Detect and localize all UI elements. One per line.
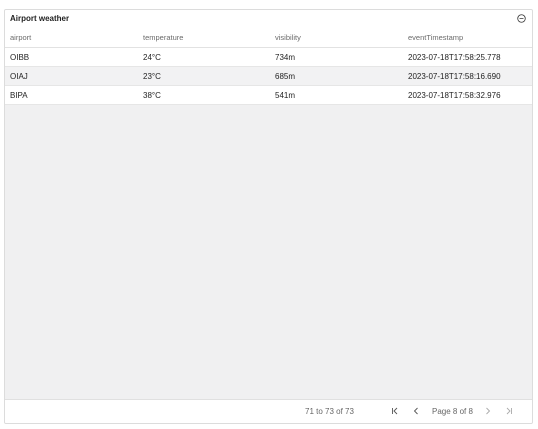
pagination-range-text: 71 to 73 of 73 (305, 407, 354, 416)
cell-airport: BIPA (10, 90, 28, 100)
table-row[interactable]: BIPA 38°C 541m 2023-07-18T17:58:32.976 (5, 86, 532, 105)
cell-visibility: 734m (275, 52, 296, 62)
column-header-event-timestamp[interactable]: eventTimestamp (408, 27, 463, 47)
cell-visibility: 685m (275, 71, 296, 81)
cell-event-timestamp: 2023-07-18T17:58:32.976 (408, 90, 501, 100)
cell-visibility: 541m (275, 90, 296, 100)
table-row[interactable]: OIBB 24°C 734m 2023-07-18T17:58:25.778 (5, 48, 532, 67)
column-header-airport[interactable]: airport (10, 27, 31, 47)
table-header-row: airport temperature visibility eventTime… (5, 27, 532, 48)
airport-weather-panel: Airport weather airport temperature visi… (4, 9, 533, 424)
panel-title: Airport weather (10, 14, 70, 23)
cell-temperature: 23°C (143, 71, 161, 81)
cell-airport: OIAJ (10, 71, 28, 81)
last-page-icon[interactable] (504, 406, 514, 416)
column-header-visibility[interactable]: visibility (275, 27, 301, 47)
cell-temperature: 24°C (143, 52, 161, 62)
first-page-icon[interactable] (390, 406, 400, 416)
cell-airport: OIBB (10, 52, 30, 62)
weather-table: airport temperature visibility eventTime… (5, 27, 532, 105)
pagination-bar: 71 to 73 of 73 Page 8 of 8 (5, 399, 532, 423)
cell-event-timestamp: 2023-07-18T17:58:16.690 (408, 71, 501, 81)
table-row[interactable]: OIAJ 23°C 685m 2023-07-18T17:58:16.690 (5, 67, 532, 86)
panel-header: Airport weather (5, 10, 532, 27)
cell-event-timestamp: 2023-07-18T17:58:25.778 (408, 52, 501, 62)
previous-page-icon[interactable] (411, 406, 421, 416)
minus-circle-icon[interactable] (517, 14, 526, 23)
pagination-page-text: Page 8 of 8 (432, 407, 473, 416)
cell-temperature: 38°C (143, 90, 161, 100)
next-page-icon[interactable] (483, 406, 493, 416)
column-header-temperature[interactable]: temperature (143, 27, 183, 47)
